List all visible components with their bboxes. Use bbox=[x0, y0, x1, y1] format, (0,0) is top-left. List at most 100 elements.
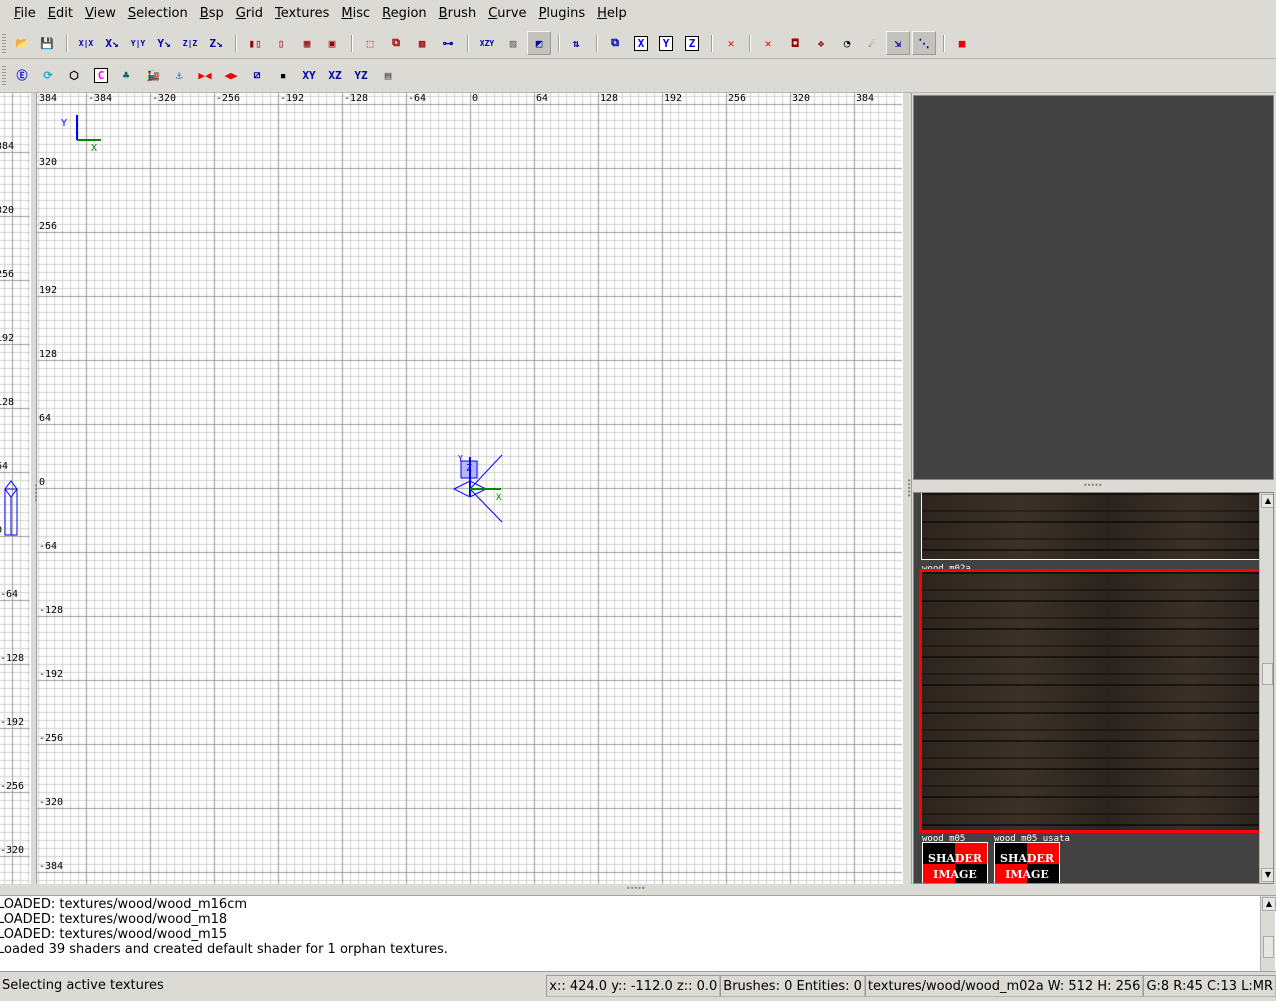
menu-misc[interactable]: Misc bbox=[335, 6, 376, 21]
hide-curves-button[interactable]: ✕ bbox=[756, 31, 780, 55]
csg-merge-button[interactable]: ▯ bbox=[269, 31, 293, 55]
menu-file[interactable]: File bbox=[8, 6, 42, 21]
plane-xy-icon: XY bbox=[302, 68, 316, 82]
toolbar-grip[interactable] bbox=[2, 66, 6, 86]
entity-button[interactable]: Ⓔ bbox=[10, 63, 34, 87]
train-button[interactable]: 🚂 bbox=[141, 63, 165, 87]
patch-explode-button[interactable]: ☄ bbox=[860, 31, 884, 55]
flip-y-button[interactable]: Y|Y bbox=[126, 31, 150, 55]
texture-tile-previous[interactable] bbox=[921, 493, 1260, 560]
camera-view-button[interactable]: ⇅ bbox=[564, 31, 588, 55]
scroll-thumb[interactable] bbox=[1262, 663, 1273, 685]
camera-3d-view[interactable] bbox=[913, 95, 1274, 480]
select-touching-icon: ⧉ bbox=[392, 36, 400, 49]
toolbar-separator bbox=[749, 35, 751, 52]
toolbar-separator bbox=[943, 35, 945, 52]
patch-button[interactable]: ◘ bbox=[783, 31, 807, 55]
menu-edit[interactable]: Edit bbox=[42, 6, 79, 21]
side-2d-view[interactable]: 384 320 256 192 128 64 0 -64 -128 -192 -256 -320 bbox=[0, 93, 30, 884]
rotate-z-button[interactable]: Z↘ bbox=[204, 31, 228, 55]
menu-plugins[interactable]: Plugins bbox=[533, 6, 592, 21]
menu-brush[interactable]: Brush bbox=[433, 6, 483, 21]
texture-tile-selected[interactable] bbox=[919, 569, 1262, 833]
diagonal-button[interactable]: ⧄ bbox=[245, 63, 269, 87]
select-touching-button[interactable]: ⧉ bbox=[384, 31, 408, 55]
brush-color-button[interactable]: ■ bbox=[950, 31, 974, 55]
caulk-icon: C bbox=[93, 67, 109, 83]
patch-insert-button[interactable]: ◔ bbox=[835, 31, 859, 55]
select-partial-button[interactable]: ▩ bbox=[410, 31, 434, 55]
mirror-button[interactable]: ▶◀ bbox=[193, 63, 217, 87]
plane-xy-button[interactable]: XY bbox=[297, 63, 321, 87]
anchor-button[interactable]: ⚓ bbox=[167, 63, 191, 87]
console[interactable]: LOADED: textures/wood/wood_m16cm LOADED:… bbox=[0, 895, 1276, 972]
hide-models-button[interactable]: ✕ bbox=[719, 31, 743, 55]
vertex-mode-button[interactable]: ⋱ bbox=[912, 31, 936, 55]
y-tick-label: -64 bbox=[39, 541, 58, 552]
menu-help[interactable]: Help bbox=[591, 6, 633, 21]
side-y-tick-label: -256 bbox=[0, 781, 25, 792]
x-view-button[interactable]: X bbox=[629, 31, 653, 55]
caulk-button[interactable]: C bbox=[89, 63, 113, 87]
open-button[interactable]: 📂 bbox=[10, 31, 34, 55]
y-tick-label: 256 bbox=[39, 221, 58, 232]
plane-yz-icon: YZ bbox=[354, 68, 368, 82]
xy-view-button[interactable]: ⧉ bbox=[603, 31, 627, 55]
menu-selection[interactable]: Selection bbox=[122, 6, 194, 21]
camera-texture-splitter[interactable]: ••••• bbox=[913, 480, 1274, 492]
select-mode-button[interactable]: ⇲ bbox=[886, 31, 910, 55]
csg-hollow-button[interactable]: ▦ bbox=[295, 31, 319, 55]
plane-yz-button[interactable]: YZ bbox=[349, 63, 373, 87]
split-button[interactable]: ◀▶ bbox=[219, 63, 243, 87]
hexagon-button[interactable]: ⬡ bbox=[62, 63, 86, 87]
texture-lock-button[interactable]: ▨ bbox=[501, 31, 525, 55]
scroll-thumb[interactable] bbox=[1263, 936, 1274, 958]
flip-z-button[interactable]: Z|Z bbox=[178, 31, 202, 55]
z-view-button[interactable]: Z bbox=[680, 31, 704, 55]
toolbar-grip[interactable] bbox=[2, 34, 6, 54]
console-splitter[interactable]: ••••• bbox=[0, 884, 1276, 895]
menu-textures[interactable]: Textures bbox=[269, 6, 335, 21]
notes-button[interactable]: ▤ bbox=[376, 63, 400, 87]
select-mode-icon: ⇲ bbox=[894, 36, 902, 50]
mirror-icon: ▶◀ bbox=[198, 68, 212, 82]
console-scrollbar[interactable]: ▲ bbox=[1260, 896, 1276, 971]
flip-y-icon: Y|Y bbox=[130, 38, 146, 48]
csg-room-button[interactable]: ▣ bbox=[320, 31, 344, 55]
scroll-up-arrow[interactable]: ▲ bbox=[1262, 897, 1276, 911]
cubic-clip-button[interactable]: ◩ bbox=[527, 31, 551, 55]
scroll-up-arrow[interactable]: ▲ bbox=[1261, 494, 1273, 508]
texture-tile-shader[interactable]: SHADER IMAGE bbox=[994, 842, 1060, 883]
rotate-y-button[interactable]: Y↘ bbox=[152, 31, 176, 55]
refresh-button[interactable]: ⟳ bbox=[36, 63, 60, 87]
axis-label-y: Y bbox=[61, 118, 68, 129]
menu-bsp[interactable]: Bsp bbox=[194, 6, 230, 21]
flip-x-button[interactable]: X|X bbox=[74, 31, 98, 55]
view-splitter[interactable]: ••••• bbox=[30, 93, 40, 884]
save-button[interactable]: 💾 bbox=[35, 31, 59, 55]
menu-curve[interactable]: Curve bbox=[482, 6, 532, 21]
texture-browser[interactable]: wood_m02a wood_m05 wood_m05_usata SHADER… bbox=[913, 492, 1274, 884]
csg-hollow-icon: ▦ bbox=[303, 36, 311, 50]
connect-entities-button[interactable]: ⊶ bbox=[436, 31, 460, 55]
menu-grid[interactable]: Grid bbox=[230, 6, 269, 21]
y-view-button[interactable]: Y bbox=[654, 31, 678, 55]
menu-region[interactable]: Region bbox=[376, 6, 433, 21]
rotate-x-button[interactable]: X↘ bbox=[100, 31, 124, 55]
scroll-down-arrow[interactable]: ▼ bbox=[1261, 868, 1273, 882]
patch-bend-button[interactable]: ❖ bbox=[809, 31, 833, 55]
select-inside-button[interactable]: ⬚ bbox=[358, 31, 382, 55]
toolbar-separator bbox=[66, 35, 68, 52]
console-line: Loaded 39 shaders and created default sh… bbox=[0, 942, 448, 957]
plane-xz-button[interactable]: XZ bbox=[323, 63, 347, 87]
texture-scrollbar[interactable]: ▲ ▼ bbox=[1259, 493, 1273, 883]
right-splitter[interactable]: ••••• bbox=[902, 93, 913, 884]
menu-view[interactable]: View bbox=[79, 6, 122, 21]
change-views-button[interactable]: XZY bbox=[475, 31, 499, 55]
xy-2d-view[interactable]: Y X Y Z X -384 -320 -256 -192 -128 -64 0 64 128 1… bbox=[37, 93, 902, 884]
csg-subtract-button[interactable]: ▮▯ bbox=[243, 31, 267, 55]
flip-z-icon: Z|Z bbox=[182, 38, 198, 48]
texture-tile-shader[interactable]: SHADER IMAGE bbox=[922, 842, 988, 883]
trees-button[interactable]: ♣ bbox=[114, 63, 138, 87]
projector-button[interactable]: ▪ bbox=[271, 63, 295, 87]
